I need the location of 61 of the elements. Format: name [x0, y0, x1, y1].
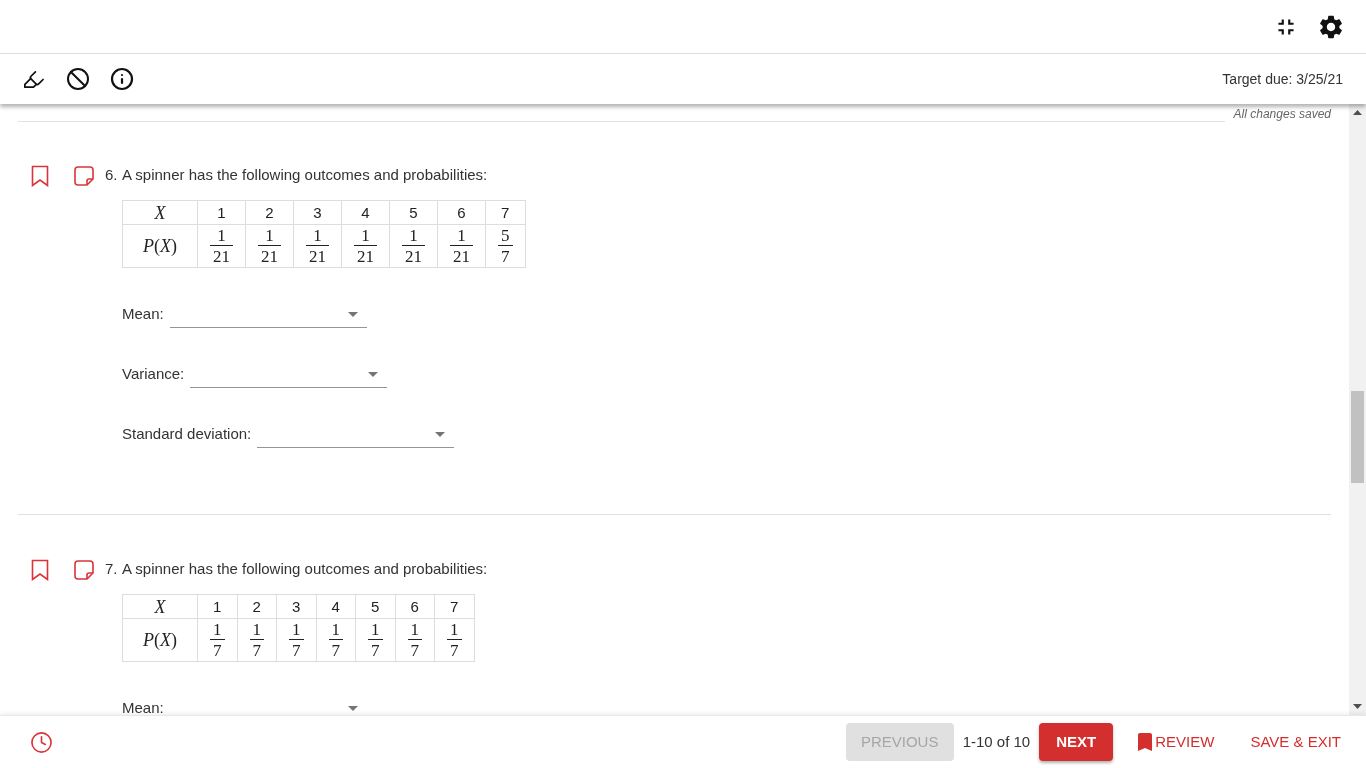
table-cell: P(X)	[122, 224, 198, 268]
table-cell: X	[122, 594, 198, 619]
question-number: 7.	[105, 560, 119, 578]
table-cell: 6	[437, 200, 486, 225]
scrollbar-thumb[interactable]	[1351, 391, 1364, 483]
table-cell: 7	[434, 594, 474, 619]
field-label: Variance:	[122, 364, 185, 384]
bookmark-icon[interactable]	[31, 165, 49, 187]
table-cell: 2	[245, 200, 294, 225]
clock-icon[interactable]	[30, 730, 53, 754]
question-prompt: A spinner has the following outcomes and probabilities:	[122, 560, 488, 578]
page-count: 1-10 of 10	[962, 731, 1031, 752]
save-exit-button[interactable]: SAVE & EXIT	[1250, 723, 1341, 761]
table-cell: 1 21	[197, 224, 246, 268]
table-cell: 1 7	[395, 618, 435, 662]
table-cell: 1 7	[434, 618, 474, 662]
table-cell: 1 7	[276, 618, 316, 662]
table-cell: 1 21	[245, 224, 294, 268]
table-cell: 1 7	[237, 618, 277, 662]
table-cell: 4	[316, 594, 356, 619]
table-cell: 1 21	[293, 224, 342, 268]
table-cell: 5	[389, 200, 438, 225]
question-prompt: A spinner has the following outcomes and probabilities:	[122, 166, 488, 184]
table-cell: 1 21	[341, 224, 390, 268]
scroll-down-arrow-icon[interactable]	[1353, 704, 1362, 709]
table-cell: 1 21	[389, 224, 438, 268]
caret-icon	[347, 706, 358, 711]
caret-icon	[347, 312, 358, 317]
block-icon[interactable]	[66, 67, 90, 91]
caret-icon	[435, 432, 446, 437]
field-label: Standard deviation:	[122, 424, 252, 444]
table-cell: P(X)	[122, 618, 198, 662]
scrollbar[interactable]	[1349, 104, 1366, 715]
question-number: 6.	[105, 166, 119, 184]
info-icon[interactable]	[110, 67, 134, 91]
next-button[interactable]: NEXT	[1039, 723, 1114, 761]
scroll-up-arrow-icon[interactable]	[1353, 110, 1362, 115]
table-cell: X	[122, 200, 198, 225]
caret-icon	[368, 372, 379, 377]
table-cell: 2	[237, 594, 277, 619]
table-cell: 1 7	[355, 618, 395, 662]
field-label: Mean:	[122, 304, 164, 324]
table-cell: 3	[293, 200, 342, 225]
table-cell: 4	[341, 200, 390, 225]
table-cell: 7	[485, 200, 525, 225]
bookmark-icon[interactable]	[31, 559, 49, 581]
note-icon[interactable]	[74, 560, 94, 580]
table-cell: 1 7	[316, 618, 356, 662]
table-cell: 3	[276, 594, 316, 619]
table-cell: 6	[395, 594, 435, 619]
table-cell: 1	[197, 200, 246, 225]
table-cell: 5	[355, 594, 395, 619]
target-due-date: Target due: 3/25/21	[1222, 69, 1343, 89]
table-cell: 1 7	[197, 618, 237, 662]
field-label: Mean:	[122, 698, 164, 715]
table-cell: 5 7	[485, 224, 525, 268]
save-status: All changes saved	[1232, 107, 1331, 121]
table-cell: 1 21	[437, 224, 486, 268]
note-icon[interactable]	[74, 166, 94, 186]
table-cell: 1	[197, 594, 237, 619]
review-button[interactable]: REVIEW	[1133, 723, 1215, 761]
